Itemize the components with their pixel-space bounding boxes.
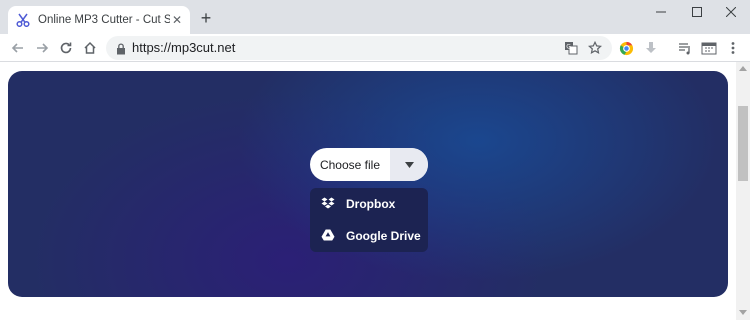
calendar-icon[interactable] xyxy=(700,39,718,57)
address-bar[interactable]: https://mp3cut.net G xyxy=(106,36,612,60)
download-icon[interactable] xyxy=(642,39,660,57)
choose-file-button[interactable]: Choose file xyxy=(310,148,390,181)
choose-file-control: Choose file xyxy=(310,148,428,181)
page-viewport: Choose file Dropbox Google Drive xyxy=(0,62,736,320)
menu-item-google-drive[interactable]: Google Drive xyxy=(310,220,428,252)
kebab-menu-icon[interactable] xyxy=(724,39,742,57)
svg-text:G: G xyxy=(566,44,571,51)
home-icon[interactable] xyxy=(80,38,100,58)
star-icon[interactable] xyxy=(586,39,604,57)
source-dropdown-toggle[interactable] xyxy=(390,148,428,181)
chevron-down-icon xyxy=(404,161,414,168)
close-window-button[interactable] xyxy=(718,4,744,20)
tab-title: Online MP3 Cutter - Cut Songs xyxy=(38,14,170,26)
lock-icon xyxy=(116,42,126,60)
reload-icon[interactable] xyxy=(56,38,76,58)
dropbox-icon xyxy=(321,196,335,210)
google-drive-icon xyxy=(321,228,335,242)
scroll-up-icon[interactable] xyxy=(739,66,747,71)
translate-icon[interactable]: G xyxy=(562,39,580,57)
menu-item-dropbox[interactable]: Dropbox xyxy=(310,188,428,220)
browser-tab[interactable]: Online MP3 Cutter - Cut Songs ✕ xyxy=(8,6,190,34)
url-text: https://mp3cut.net xyxy=(132,40,236,55)
media-icon[interactable] xyxy=(676,39,694,57)
dropbox-label: Dropbox xyxy=(346,197,396,211)
new-tab-button[interactable]: + xyxy=(197,9,215,27)
page-scrollbar[interactable] xyxy=(736,62,750,320)
scrollbar-thumb[interactable] xyxy=(738,106,748,181)
minimize-button[interactable] xyxy=(648,4,674,20)
scissors-icon xyxy=(16,13,30,27)
scroll-down-icon[interactable] xyxy=(739,310,747,315)
forward-arrow-icon[interactable] xyxy=(32,38,52,58)
back-arrow-icon[interactable] xyxy=(8,38,28,58)
maximize-button[interactable] xyxy=(684,4,710,20)
browser-titlebar: Online MP3 Cutter - Cut Songs ✕ + xyxy=(0,0,750,34)
chrome-logo-icon[interactable] xyxy=(617,39,635,57)
source-dropdown-menu: Dropbox Google Drive xyxy=(310,188,428,252)
close-tab-icon[interactable]: ✕ xyxy=(170,13,184,27)
google-drive-label: Google Drive xyxy=(346,229,421,243)
hero-banner: Choose file Dropbox Google Drive xyxy=(8,71,728,297)
browser-toolbar: https://mp3cut.net G xyxy=(0,34,750,62)
